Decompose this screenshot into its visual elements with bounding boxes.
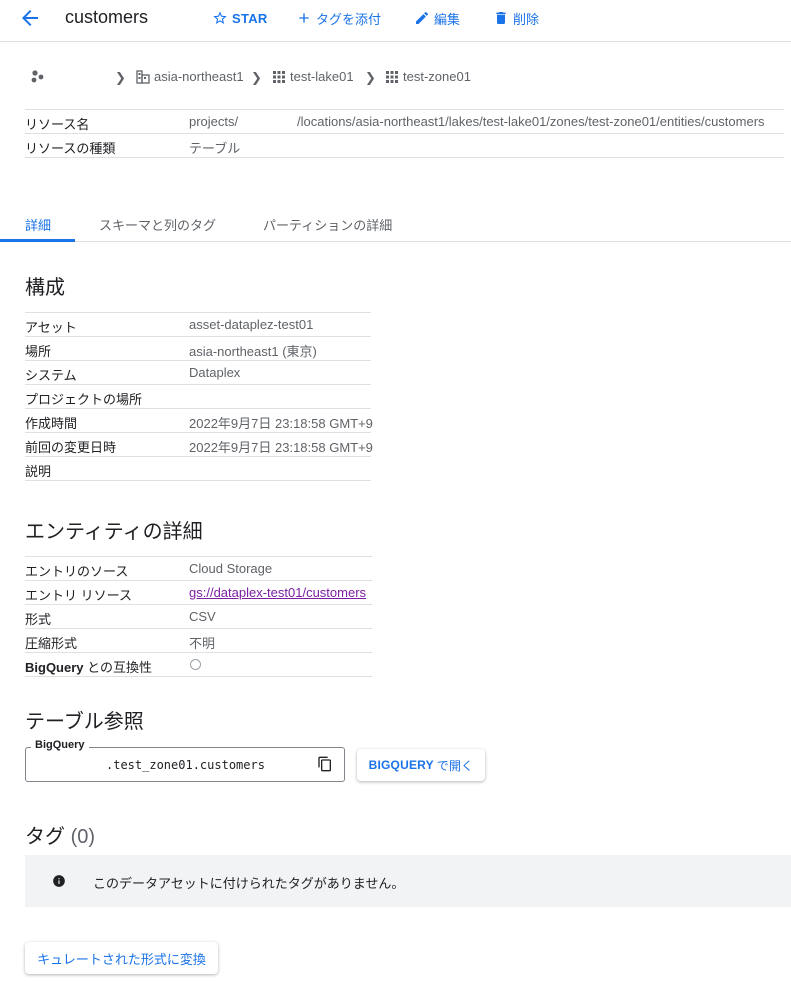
breadcrumb-item-location[interactable]: asia-northeast1: [136, 69, 244, 84]
chevron-right-icon: ❯: [251, 70, 262, 85]
table-row: 前回の変更日時 2022年9月7日 23:18:58 GMT+9: [25, 433, 373, 457]
chevron-right-icon: ❯: [365, 70, 376, 85]
bigquery-table-value: .test_zone01.customers: [106, 758, 265, 772]
resource-type-label: リソースの種類: [25, 141, 116, 156]
row-value: asset-dataplez-test01: [189, 317, 314, 332]
star-outline-icon: [213, 11, 227, 24]
bigquery-field-label: BigQuery: [31, 739, 89, 751]
bq-compat-rest: との互換性: [83, 660, 152, 675]
building-icon: [136, 69, 150, 84]
table-row: BigQuery との互換性: [25, 653, 372, 677]
edit-label: 編集: [434, 11, 461, 27]
table-row: プロジェクトの場所: [25, 385, 371, 409]
row-value: Cloud Storage: [189, 561, 273, 576]
breadcrumb-item-zone[interactable]: test-zone01: [385, 69, 471, 84]
table-row: アセット asset-dataplez-test01: [25, 313, 371, 337]
bq-compat-bold: BigQuery: [25, 660, 84, 675]
delete-button[interactable]: 削除: [493, 8, 539, 28]
open-bq-caps: BIGQUERY: [368, 758, 434, 772]
tab-schema[interactable]: スキーマと列のタグ: [99, 215, 216, 234]
table-row: 圧縮形式 不明: [25, 629, 372, 653]
row-key: 説明: [25, 464, 52, 479]
open-bq-rest: で開く: [436, 758, 474, 773]
row-value: 2022年9月7日 23:18:58 GMT+9: [189, 416, 373, 431]
row-key: 前回の変更日時: [25, 440, 117, 455]
tab-details[interactable]: 詳細: [25, 215, 51, 234]
breadcrumb-label: test-zone01: [403, 69, 471, 84]
table-ref-heading: テーブル参照: [25, 711, 144, 733]
star-label: STAR: [232, 10, 268, 26]
page-header: customers STAR タグを添付 編集 削除: [0, 0, 791, 42]
open-in-bigquery-button[interactable]: BIGQUERY で開く: [357, 749, 485, 781]
row-key: 作成時間: [25, 416, 78, 431]
edit-button[interactable]: 編集: [414, 8, 460, 28]
resource-type-value: テーブル: [189, 141, 241, 156]
config-table: アセット asset-dataplez-test01 場所 asia-northea…: [25, 312, 373, 481]
pencil-icon: [416, 11, 429, 24]
chevron-right-icon: ❯: [115, 70, 126, 85]
row-key: アセット: [25, 320, 77, 335]
add-tag-button[interactable]: タグを添付: [296, 8, 381, 28]
row-key: 場所: [25, 344, 52, 359]
table-row: 説明: [25, 457, 371, 481]
entity-heading: エンティティの詳細: [25, 521, 203, 543]
bq-compat-circle-icon: [190, 659, 201, 670]
table-row: エントリのソース Cloud Storage: [25, 557, 372, 581]
entity-table: エントリのソース Cloud Storage エントリ リソース gs://da…: [25, 556, 372, 677]
row-value: CSV: [189, 609, 216, 624]
table-row: エントリ リソース gs://dataplex-test01/customers: [25, 581, 372, 605]
dataplex-icon: [31, 70, 44, 83]
star-button[interactable]: STAR: [212, 8, 268, 28]
row-key: エントリ リソース: [25, 588, 132, 603]
resource-name-value-prefix: projects/: [189, 114, 239, 129]
copy-icon[interactable]: [317, 756, 333, 772]
table-row: 作成時間 2022年9月7日 23:18:58 GMT+9: [25, 409, 373, 433]
table-row: 場所 asia-northeast1 (東京): [25, 337, 371, 361]
add-tag-label: タグを添付: [316, 11, 382, 27]
lake-grid-icon: [273, 70, 285, 83]
row-key: システム: [25, 368, 77, 383]
resource-name-row: リソース名 projects/ /locations/asia-northeas…: [25, 110, 784, 134]
breadcrumb: ❯ asia-northeast1 ❯ test-lake01 ❯ test-z…: [30, 67, 790, 87]
tab-partitions[interactable]: パーティションの詳細: [263, 215, 392, 234]
delete-label: 削除: [513, 11, 540, 27]
tags-heading: タグ (0): [25, 820, 95, 849]
table-row: システム Dataplex: [25, 361, 371, 385]
resource-name-label: リソース名: [25, 117, 90, 132]
row-key: エントリのソース: [25, 564, 129, 579]
tab-bar: 詳細 スキーマと列のタグ パーティションの詳細: [0, 205, 791, 242]
row-key: プロジェクトの場所: [25, 392, 143, 407]
resource-name-value-path: /locations/asia-northeast1/lakes/test-la…: [297, 114, 765, 129]
trash-icon: [496, 12, 506, 24]
row-value: asia-northeast1 (東京): [189, 344, 317, 359]
zone-grid-icon: [386, 70, 398, 83]
plus-icon: [299, 13, 309, 23]
breadcrumb-label: asia-northeast1: [154, 69, 244, 84]
breadcrumb-item-lake[interactable]: test-lake01: [272, 69, 354, 84]
page-title: customers: [65, 7, 149, 27]
row-key: 圧縮形式: [25, 636, 78, 651]
row-key: BigQuery との互換性: [25, 657, 152, 676]
row-value: 2022年9月7日 23:18:58 GMT+9: [189, 440, 373, 455]
convert-to-curated-button[interactable]: キュレートされた形式に変換: [25, 942, 218, 974]
breadcrumb-label: test-lake01: [290, 69, 354, 84]
row-key: 形式: [25, 612, 52, 627]
back-arrow-icon[interactable]: [18, 6, 42, 30]
resource-info-table: リソース名 projects/ /locations/asia-northeas…: [25, 109, 784, 158]
row-value: 不明: [189, 636, 216, 651]
info-icon: [53, 875, 65, 887]
resource-type-row: リソースの種類 テーブル: [25, 134, 784, 158]
entry-resource-link[interactable]: gs://dataplex-test01/customers: [189, 585, 366, 600]
tags-heading-label: タグ: [25, 826, 65, 848]
config-heading: 構成: [25, 277, 65, 299]
tags-empty-message: このデータアセットに付けられたタグがありません。: [93, 876, 405, 891]
active-tab-indicator: [0, 239, 75, 242]
table-row: 形式 CSV: [25, 605, 372, 629]
row-value: Dataplex: [189, 365, 241, 380]
tags-count: (0): [70, 826, 96, 848]
